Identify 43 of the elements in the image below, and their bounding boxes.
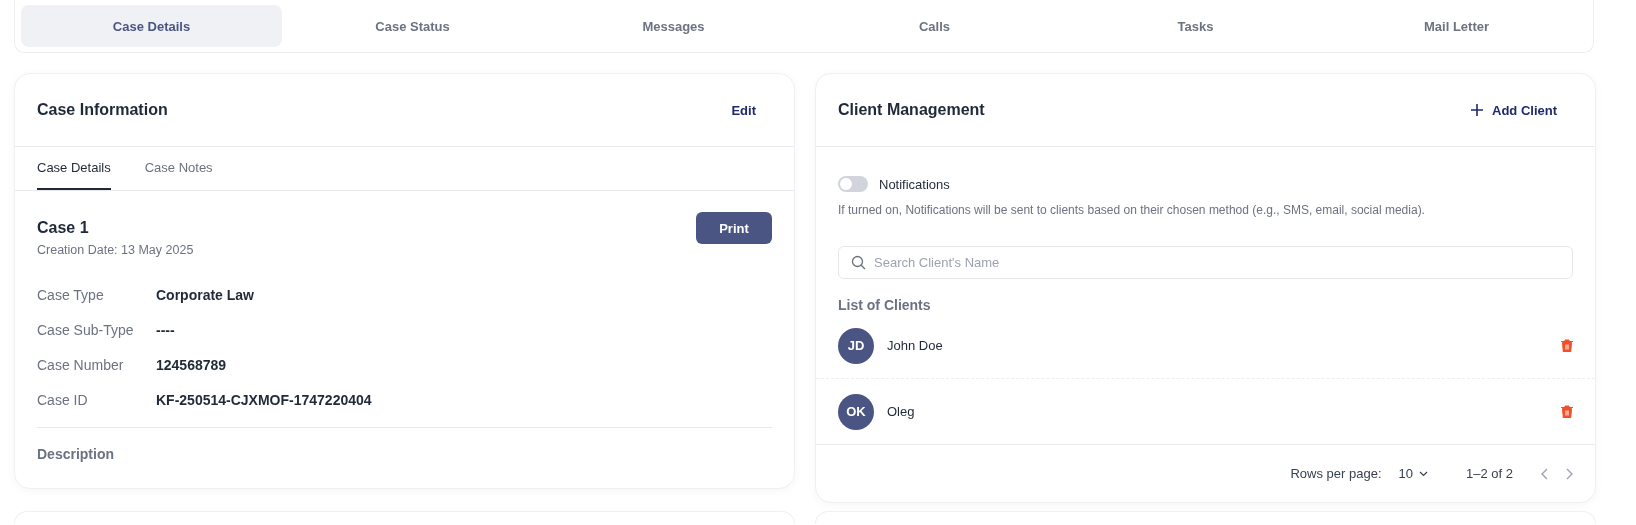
toggle-label: Notifications xyxy=(879,176,950,192)
field-label: Case Number xyxy=(37,357,125,373)
print-button[interactable]: Print xyxy=(696,212,772,244)
notifications-toggle[interactable] xyxy=(838,176,868,192)
trash-icon[interactable] xyxy=(1561,339,1573,352)
client-name: Oleg xyxy=(887,404,916,419)
list-title: List of Clients xyxy=(838,297,932,313)
tab[interactable]: Calls xyxy=(804,5,1065,47)
case-title: Case 1 xyxy=(37,219,90,237)
tab[interactable]: Mail Letter xyxy=(1326,5,1587,47)
field-value: Corporate Law xyxy=(156,287,255,303)
tab[interactable]: Case Details xyxy=(37,147,111,190)
field-label: Case Type xyxy=(37,287,105,303)
edit-button[interactable]: Edit xyxy=(715,98,772,122)
chevron-left-icon[interactable] xyxy=(1541,467,1548,480)
card-title: Case Information xyxy=(37,101,168,119)
tab[interactable]: Case Status xyxy=(282,5,543,47)
tab[interactable]: Case Notes xyxy=(144,147,213,190)
add-client-button[interactable]: Add Client xyxy=(1454,98,1573,122)
trash-icon[interactable] xyxy=(1561,405,1573,418)
chevron-down-icon xyxy=(1419,470,1428,477)
rows-per-page-label: Rows per page: xyxy=(1290,466,1382,481)
tab[interactable]: Messages xyxy=(543,5,804,47)
field-value: KF-250514-CJXMOF-1747220404 xyxy=(156,392,373,408)
section-label: Description xyxy=(37,446,115,462)
notifications-hint: If turned on, Notifications will be sent to clients based on their chosen method (e.g., SMS, email, social media). xyxy=(838,203,1426,217)
client-name: John Doe xyxy=(887,338,944,353)
plus-icon xyxy=(1470,103,1484,117)
field-value: ---- xyxy=(156,322,176,338)
search-icon xyxy=(851,255,866,270)
tab[interactable]: Tasks xyxy=(1065,5,1326,47)
search-field[interactable]: Search Client's Name xyxy=(838,246,1573,279)
avatar: OK xyxy=(838,393,874,430)
page-range: 1–2 of 2 xyxy=(1466,466,1513,481)
field-label: Case Sub-Type xyxy=(37,322,135,338)
card-title: Client Management xyxy=(838,101,985,119)
field-value: 124568789 xyxy=(156,357,228,373)
tab[interactable]: Case Details xyxy=(21,5,282,47)
creation-date: Creation Date: 13 May 2025 xyxy=(37,243,194,257)
field-label: Case ID xyxy=(37,392,89,408)
chevron-right-icon[interactable] xyxy=(1566,467,1573,480)
rows-select[interactable]: 10 xyxy=(1398,466,1428,481)
avatar: JD xyxy=(838,327,874,364)
